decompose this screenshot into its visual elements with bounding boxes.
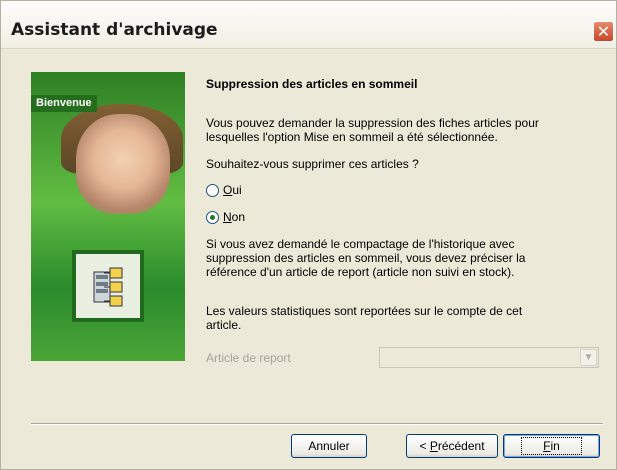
welcome-label: Bienvenue — [31, 95, 97, 112]
chevron-down-icon[interactable]: ▼ — [580, 349, 597, 366]
cancel-button[interactable]: Annuler — [291, 434, 367, 458]
wizard-sidebar-image: Bienvenue — [31, 72, 185, 361]
description-text: Vous pouvez demander la suppression des … — [206, 116, 539, 144]
statistics-note: Les valeurs statistiques sont reportées … — [206, 304, 523, 332]
radio-oui-label[interactable]: Oui — [223, 183, 242, 197]
report-explanation: Si vous avez demandé le compactage de l'… — [206, 237, 526, 279]
radio-oui-indicator[interactable] — [206, 184, 219, 197]
question-text: Souhaitez-vous supprimer ces articles ? — [206, 157, 419, 171]
report-article-select[interactable]: ▼ — [379, 347, 599, 368]
archive-wizard-window: Assistant d'archivage ✕ Bienvenue Suppre… — [0, 0, 617, 470]
archive-server-icon — [72, 250, 144, 322]
button-separator — [31, 423, 603, 425]
radio-non-label[interactable]: Non — [223, 210, 245, 224]
report-article-label: Article de report — [206, 351, 291, 365]
window-title: Assistant d'archivage — [11, 20, 218, 40]
radio-non-indicator[interactable] — [206, 211, 219, 224]
previous-button[interactable]: < Précédent — [406, 434, 498, 458]
page-heading: Suppression des articles en sommeil — [206, 77, 418, 91]
title-bar[interactable]: Assistant d'archivage ✕ — [1, 1, 616, 49]
finish-button[interactable]: Fin — [503, 434, 600, 458]
woman-face — [76, 114, 170, 214]
close-button[interactable]: ✕ — [593, 21, 614, 42]
